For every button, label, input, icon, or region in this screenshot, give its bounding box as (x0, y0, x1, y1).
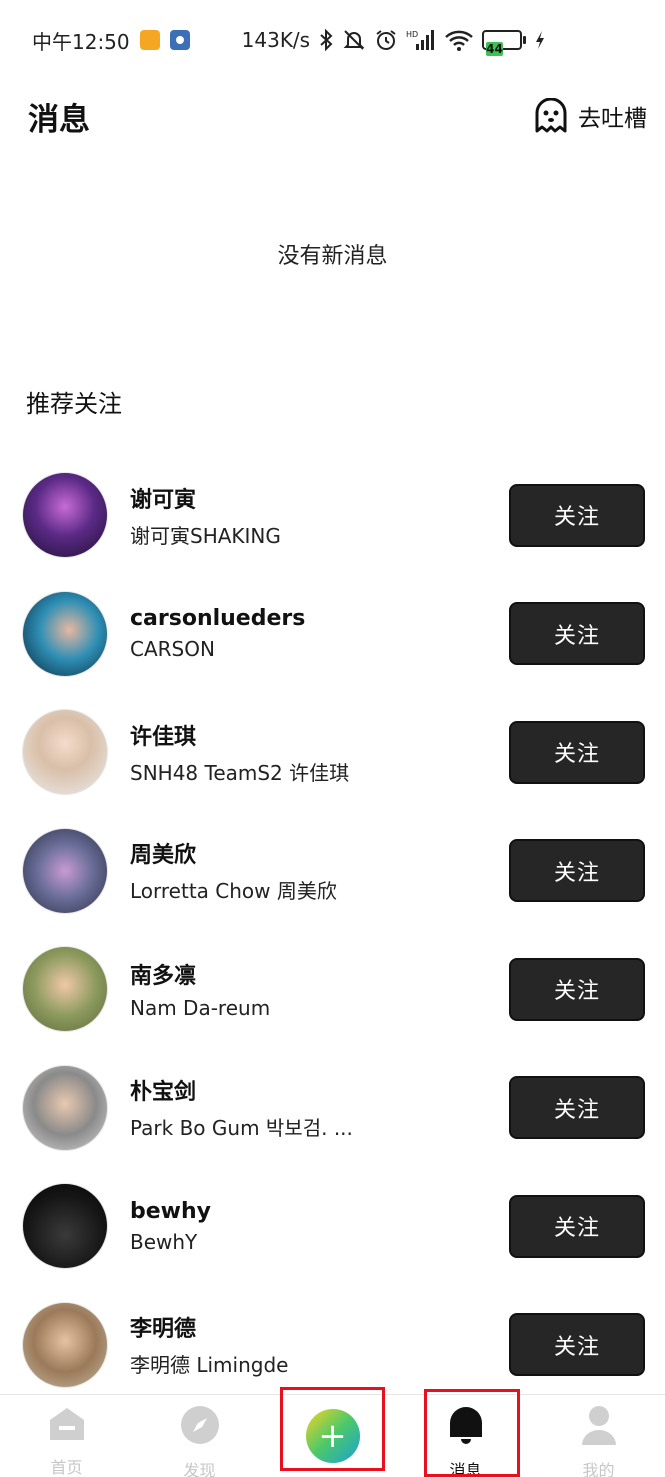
avatar[interactable] (22, 1064, 108, 1151)
battery-icon: 44 (482, 30, 527, 56)
mute-bell-icon (343, 30, 365, 50)
wifi-icon (445, 30, 473, 51)
follow-button[interactable]: 关注 (509, 839, 645, 903)
avatar[interactable] (22, 709, 108, 796)
feedback-button[interactable]: 去吐槽 (534, 98, 647, 134)
empty-message: 没有新消息 (277, 244, 388, 269)
highlight-box-messages (424, 1389, 520, 1477)
status-left: 中午12:50 (32, 26, 190, 55)
user-name: 谢可寅 (130, 487, 197, 513)
home-icon (49, 1407, 84, 1440)
user-name: 许佳琪 (130, 724, 197, 750)
user-subtitle: CARSON (130, 637, 215, 662)
charging-icon (536, 31, 545, 49)
page-title: 消息 (28, 101, 90, 138)
recommend-list: 谢可寅 谢可寅SHAKING 关注 carsonlueders CARSON 关… (0, 456, 665, 1404)
feedback-label: 去吐槽 (578, 106, 647, 132)
signal-icon: HD (406, 30, 435, 50)
tab-mine[interactable]: 我的 (532, 1395, 665, 1477)
follow-button[interactable]: 关注 (509, 1076, 645, 1140)
user-subtitle: 李明德 Limingde (130, 1353, 289, 1378)
profile-icon (581, 1406, 616, 1445)
avatar[interactable] (22, 590, 108, 677)
user-subtitle: SNH48 TeamS2 许佳琪 (130, 760, 350, 785)
list-item[interactable]: bewhy BewhY 关注 (0, 1167, 665, 1286)
list-item[interactable]: carsonlueders CARSON 关注 (0, 575, 665, 694)
user-name: 李明德 (130, 1317, 197, 1343)
svg-text:HD: HD (406, 30, 418, 39)
tab-home[interactable]: 首页 (0, 1395, 133, 1477)
user-subtitle: Park Bo Gum 박보검. ... (130, 1116, 353, 1141)
notification-app-icon (139, 30, 160, 50)
list-item[interactable]: 周美欣 Lorretta Chow 周美欣 关注 (0, 812, 665, 931)
avatar[interactable] (22, 827, 108, 914)
tab-discover[interactable]: 发现 (133, 1395, 266, 1477)
settings-app-icon (169, 30, 190, 50)
user-name: 南多凛 (130, 964, 197, 990)
page-header: 消息 去吐槽 (0, 80, 665, 152)
user-subtitle: 谢可寅SHAKING (130, 523, 281, 548)
list-item[interactable]: 许佳琪 SNH48 TeamS2 许佳琪 关注 (0, 693, 665, 812)
avatar[interactable] (22, 472, 108, 559)
avatar[interactable] (22, 1183, 108, 1270)
status-right: 143K/s HD 44 (241, 28, 546, 56)
follow-button[interactable]: 关注 (509, 1313, 645, 1377)
avatar[interactable] (22, 946, 108, 1033)
list-item[interactable]: 谢可寅 谢可寅SHAKING 关注 (0, 456, 665, 575)
status-time: 中午12:50 (32, 29, 130, 54)
recommend-title: 推荐关注 (26, 390, 122, 418)
tab-mine-label: 我的 (582, 1461, 615, 1477)
compass-icon (180, 1406, 219, 1444)
follow-button[interactable]: 关注 (509, 602, 645, 666)
status-bar: 中午12:50 143K/s HD 44 (0, 0, 665, 80)
bluetooth-icon (320, 28, 333, 52)
user-subtitle: Lorretta Chow 周美欣 (130, 879, 337, 904)
user-name: bewhy (130, 1198, 211, 1224)
net-speed: 143K/s (241, 28, 311, 52)
list-item[interactable]: 朴宝剑 Park Bo Gum 박보검. ... 关注 (0, 1049, 665, 1168)
highlight-box-create (280, 1387, 385, 1471)
tab-home-label: 首页 (50, 1458, 83, 1477)
user-subtitle: Nam Da-reum (130, 996, 271, 1021)
avatar[interactable] (22, 1301, 108, 1388)
follow-button[interactable]: 关注 (509, 483, 645, 547)
user-name: carsonlueders (130, 606, 306, 632)
list-item[interactable]: 南多凛 Nam Da-reum 关注 (0, 930, 665, 1049)
follow-button[interactable]: 关注 (509, 957, 645, 1021)
battery-level: 44 (486, 42, 503, 56)
ghost-icon (535, 98, 567, 133)
alarm-icon (376, 30, 396, 50)
user-name: 周美欣 (130, 843, 197, 869)
follow-button[interactable]: 关注 (509, 720, 645, 784)
user-subtitle: BewhY (130, 1229, 198, 1254)
follow-button[interactable]: 关注 (509, 1194, 645, 1258)
user-name: 朴宝剑 (130, 1080, 197, 1106)
tab-discover-label: 发现 (183, 1461, 216, 1477)
